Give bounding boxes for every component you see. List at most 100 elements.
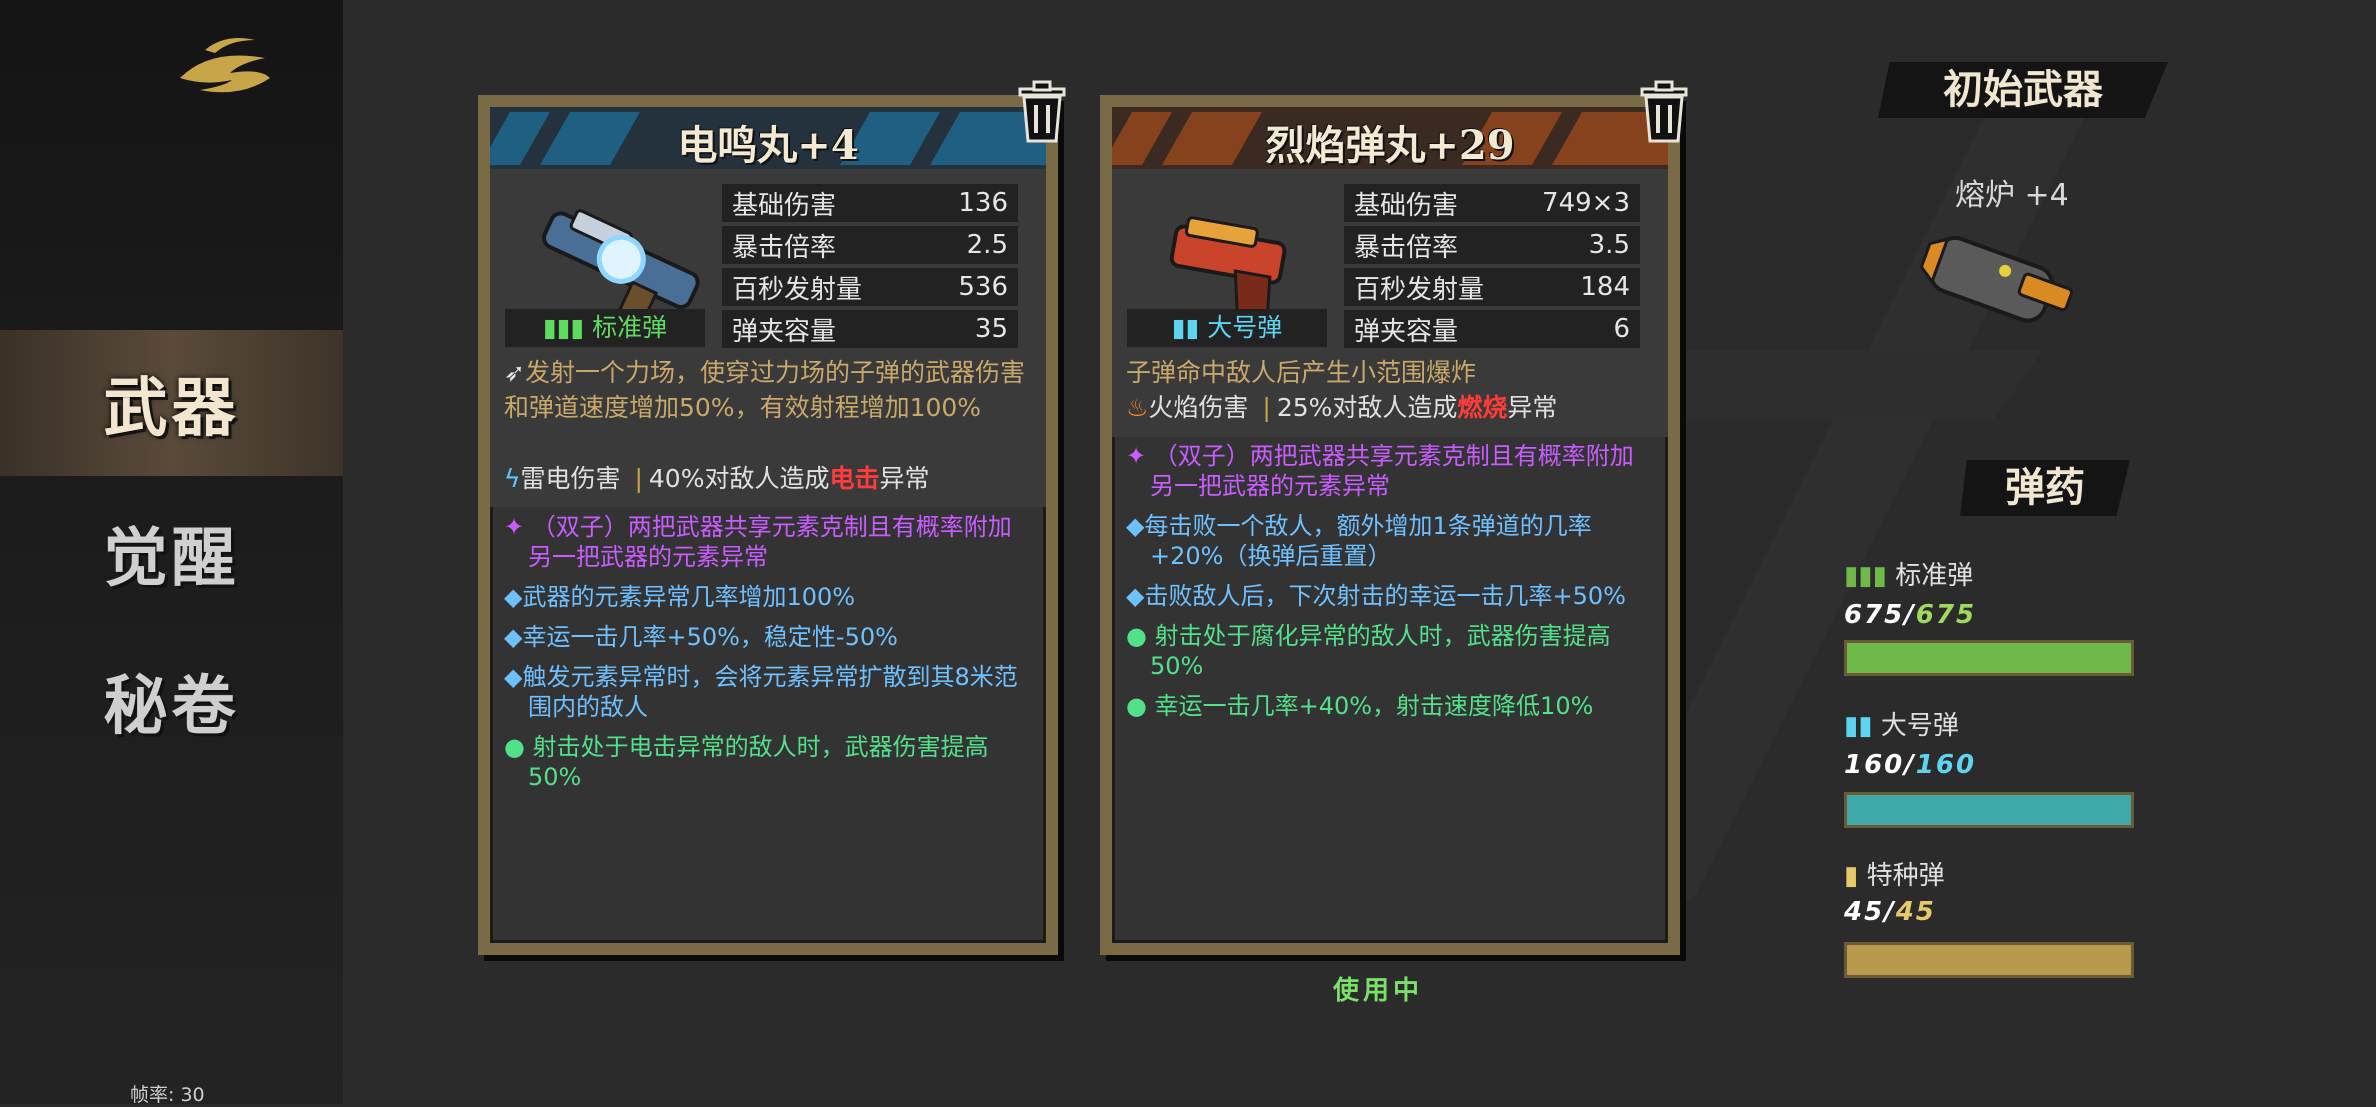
right-panel: 初始武器 熔炉 +4 弹药 ▮▮▮ 标准弹 675/675 ▮▮ 大号弹 160… <box>1840 0 2170 1104</box>
stat-row: 百秒发射量 536 <box>722 268 1018 306</box>
perk-icon: ✦ <box>504 513 525 541</box>
effect-keyword: 燃烧 <box>1457 393 1508 422</box>
standard-ammo-icon: ▮▮▮ <box>1844 561 1887 591</box>
trash-icon[interactable] <box>1636 79 1692 145</box>
ammo-max: 160 <box>1915 750 1977 780</box>
ammo-type-label: 标准弹 <box>592 313 668 342</box>
ammo-type-label: 大号弹 <box>1207 313 1283 342</box>
fps-counter: 帧率: 30 <box>130 1084 205 1106</box>
perk-icon: ◆ <box>504 663 523 691</box>
perk-text: 击败敌人后，下次射击的幸运一击几率+50% <box>1144 582 1626 610</box>
perk-item: ◆击败敌人后，下次射击的幸运一击几率+50% <box>1126 581 1656 611</box>
stat-value: 136 <box>958 188 1008 218</box>
stats-table: 基础伤害 136 暴击倍率 2.5 百秒发射量 536 弹夹容量 35 <box>722 184 1018 352</box>
in-use-status: 使用中 <box>1333 976 1424 1006</box>
stat-label: 弹夹容量 <box>1354 316 1459 347</box>
perk-item: ● 幸运一击几率+40%，射击速度降低10% <box>1126 691 1656 721</box>
ammo-standard-count: 675/675 <box>1844 600 1977 630</box>
ammo-special-count: 45/45 <box>1844 897 1936 927</box>
weapon-card-1[interactable]: 电鸣丸+4 ▮▮▮ 标准弹 基础伤害 136 暴击倍率 2.5 百秒发射量 536 弹… <box>478 80 1066 955</box>
perk-text: 幸运一击几率+50%，稳定性-50% <box>522 623 898 651</box>
ammo-current: 675 <box>1844 600 1905 630</box>
stat-row: 暴击倍率 3.5 <box>1344 226 1640 264</box>
ammo-large-bar <box>1844 792 2134 828</box>
stat-value: 35 <box>974 314 1008 344</box>
perk-icon: ✦ <box>1126 442 1147 470</box>
perk-icon: ◆ <box>504 583 523 611</box>
initial-weapon-name: 熔炉 +4 <box>1955 178 2069 213</box>
standard-ammo-icon: ▮▮▮ <box>542 313 585 342</box>
weapon-furnace-icon[interactable] <box>1910 225 2090 345</box>
element-label: 雷电伤害 <box>520 464 621 493</box>
perk-text: 每击败一个敌人，额外增加1条弹道的几率+20%（换弹后重置） <box>1144 512 1592 570</box>
nav-awakening[interactable]: 觉醒 <box>0 480 343 626</box>
perk-text: 幸运一击几率+40%，射击速度降低10% <box>1154 692 1594 720</box>
stat-value: 3.5 <box>1588 230 1630 260</box>
element-line: ♨火焰伤害 | 25%对敌人造成燃烧异常 <box>1126 393 1558 422</box>
stat-row: 基础伤害 749×3 <box>1344 184 1640 222</box>
stat-row: 弹夹容量 35 <box>722 310 1018 348</box>
stat-value: 184 <box>1580 272 1630 302</box>
ammo-max: 675 <box>1915 600 1977 630</box>
initial-weapon-heading: 初始武器 <box>1878 62 2168 118</box>
effect-prefix: 25%对敌人造成 <box>1276 393 1458 422</box>
perk-item: ● 射击处于电击异常的敌人时，武器伤害提高50% <box>504 732 1034 792</box>
ammo-name: 标准弹 <box>1895 561 1974 591</box>
stat-label: 暴击倍率 <box>732 232 837 263</box>
nav-secret-scroll[interactable]: 秘卷 <box>0 628 343 774</box>
fire-icon: ♨ <box>1126 393 1149 422</box>
ammo-type-badge: ▮▮ 大号弹 <box>1127 309 1327 347</box>
trash-icon[interactable] <box>1014 79 1070 145</box>
perk-icon: ● <box>1126 622 1147 650</box>
stats-table: 基础伤害 749×3 暴击倍率 3.5 百秒发射量 184 弹夹容量 6 <box>1344 184 1640 352</box>
stat-value: 536 <box>958 272 1008 302</box>
perk-icon: ◆ <box>504 623 523 651</box>
game-logo-icon <box>180 37 270 93</box>
perk-icon: ● <box>1126 692 1147 720</box>
ammo-standard-bar <box>1844 640 2134 676</box>
wing-icon: ➶ <box>504 358 525 387</box>
stat-label: 弹夹容量 <box>732 316 837 347</box>
weapon-description: 子弹命中敌人后产生小范围爆炸 <box>1126 355 1656 390</box>
lightning-icon: ϟ <box>504 464 521 493</box>
stat-value: 2.5 <box>966 230 1008 260</box>
ammo-name: 大号弹 <box>1880 711 1959 741</box>
effect-prefix: 40%对敌人造成 <box>648 464 830 493</box>
stat-row: 百秒发射量 184 <box>1344 268 1640 306</box>
perk-text: （双子）两把武器共享元素克制且有概率附加另一把武器的元素异常 <box>528 513 1012 571</box>
perk-icon: ◆ <box>1126 582 1145 610</box>
weapon-flame-pistol-icon <box>1169 216 1287 325</box>
nav-weapons[interactable]: 武器 <box>0 330 343 476</box>
ammo-heading: 弹药 <box>1960 460 2130 516</box>
ammo-max: 45 <box>1895 897 1936 927</box>
stat-label: 基础伤害 <box>732 190 837 221</box>
perk-text: （双子）两把武器共享元素克制且有概率附加另一把武器的元素异常 <box>1150 442 1634 500</box>
ammo-name: 特种弹 <box>1866 861 1945 891</box>
sidebar: 武器 觉醒 秘卷 帧率: 30 <box>0 0 343 1106</box>
weapon-title: 烈焰弹丸+29 <box>1265 122 1515 169</box>
stat-label: 百秒发射量 <box>732 274 863 305</box>
perk-text: 射击处于电击异常的敌人时，武器伤害提高50% <box>528 733 989 791</box>
weapon-description: ➶发射一个力场，使穿过力场的子弹的武器伤害和弹道速度增加50%，有效射程增加10… <box>504 355 1034 425</box>
perk-text: 触发元素异常时，会将元素异常扩散到其8米范围内的敌人 <box>522 663 1018 721</box>
element-label: 火焰伤害 <box>1148 393 1249 422</box>
large-ammo-icon: ▮▮ <box>1171 313 1200 342</box>
perk-icon: ● <box>504 733 525 761</box>
perk-item: ◆武器的元素异常几率增加100% <box>504 582 1034 612</box>
weapon-card-2[interactable]: 烈焰弹丸+29 ▮▮ 大号弹 基础伤害 749×3 暴击倍率 3.5 百秒发射量 18… <box>1100 80 1688 955</box>
ammo-current: 45 <box>1844 897 1885 927</box>
effect-keyword: 电击 <box>829 464 880 493</box>
stat-label: 基础伤害 <box>1354 190 1459 221</box>
ammo-special-row: ▮ 特种弹 <box>1844 855 1945 892</box>
ammo-large-count: 160/160 <box>1844 750 1977 780</box>
stat-row: 暴击倍率 2.5 <box>722 226 1018 264</box>
perk-list: ✦ （双子）两把武器共享元素克制且有概率附加另一把武器的元素异常 ◆武器的元素异… <box>504 512 1034 802</box>
ammo-type-badge: ▮▮▮ 标准弹 <box>505 309 705 347</box>
ammo-large-row: ▮▮ 大号弹 <box>1844 705 1959 742</box>
stat-row: 基础伤害 136 <box>722 184 1018 222</box>
perk-item: ◆触发元素异常时，会将元素异常扩散到其8米范围内的敌人 <box>504 662 1034 722</box>
description-text: 发射一个力场，使穿过力场的子弹的武器伤害和弹道速度增加50%，有效射程增加100… <box>504 358 1025 422</box>
perk-text: 射击处于腐化异常的敌人时，武器伤害提高50% <box>1150 622 1611 680</box>
perk-item: ✦ （双子）两把武器共享元素克制且有概率附加另一把武器的元素异常 <box>504 512 1034 572</box>
perk-item: ● 射击处于腐化异常的敌人时，武器伤害提高50% <box>1126 621 1656 681</box>
